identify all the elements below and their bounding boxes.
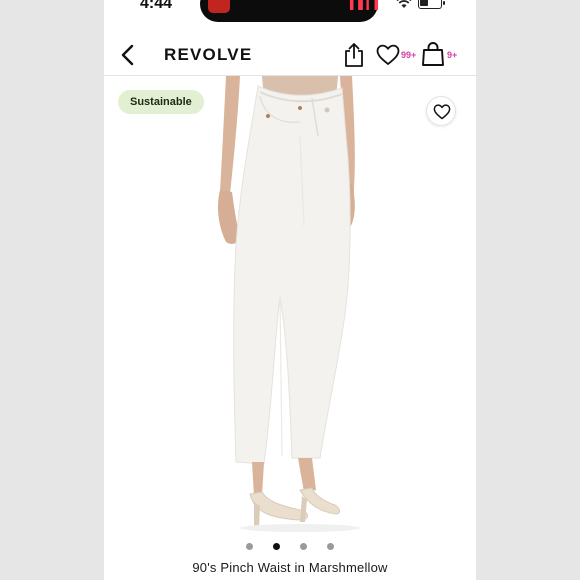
favorites-count-badge: 99+ [401, 50, 417, 60]
battery-icon [418, 0, 445, 9]
back-chevron-icon[interactable] [118, 43, 138, 67]
add-to-wishlist-button[interactable] [426, 96, 456, 126]
top-nav-bar: REVOLVE 99+ 9+ [104, 36, 476, 76]
heart-icon[interactable] [376, 44, 400, 66]
carousel-dot-1[interactable] [246, 543, 253, 551]
brand-logo[interactable]: REVOLVE [164, 45, 252, 65]
product-image[interactable]: Sustainable [104, 76, 476, 532]
carousel-dot-3[interactable] [300, 543, 307, 551]
phone-screen: 4:44 ▍▌▎▍ REVOLVE 99+ 9+ Sustainable 90'… [104, 0, 476, 580]
product-title: 90's Pinch Waist in Marshmellow [192, 560, 388, 575]
recording-app-icon [208, 0, 230, 13]
carousel-dot-4[interactable] [327, 543, 334, 551]
shopping-bag-icon[interactable] [422, 42, 444, 66]
wifi-icon [396, 0, 412, 8]
status-time: 4:44 [140, 0, 173, 12]
model-photo [218, 76, 360, 532]
sustainable-tag: Sustainable [118, 90, 204, 114]
carousel-dot-2[interactable] [273, 543, 280, 551]
bag-count-badge: 9+ [447, 50, 458, 60]
screenshot-frame: 4:44 ▍▌▎▍ REVOLVE 99+ 9+ Sustainable 90'… [0, 0, 580, 580]
audio-wave-icon: ▍▌▎▍ [350, 0, 384, 10]
image-carousel-dots [104, 538, 476, 554]
share-icon[interactable] [342, 42, 366, 68]
heart-outline-icon [433, 104, 451, 120]
